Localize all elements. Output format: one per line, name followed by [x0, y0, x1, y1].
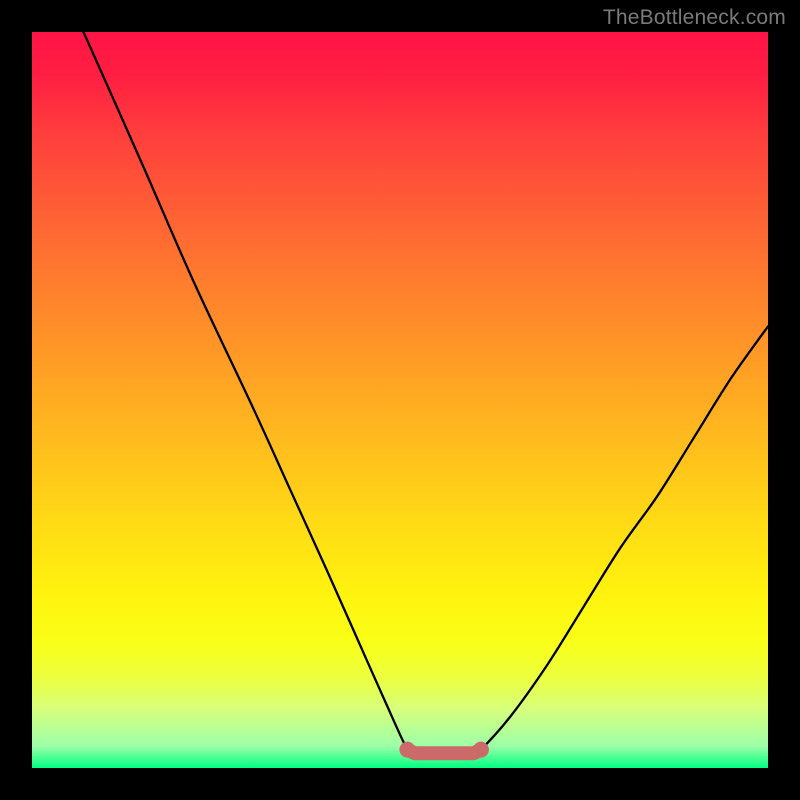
chart-frame: TheBottleneck.com	[0, 0, 800, 800]
highlight-bead	[452, 747, 465, 760]
bottleneck-curve	[84, 32, 768, 754]
bottom-plateau-marker	[399, 742, 489, 760]
chart-overlay-svg	[32, 32, 768, 768]
attribution-label: TheBottleneck.com	[603, 6, 786, 30]
chart-plot-area	[32, 32, 768, 768]
highlight-bead	[467, 747, 480, 760]
